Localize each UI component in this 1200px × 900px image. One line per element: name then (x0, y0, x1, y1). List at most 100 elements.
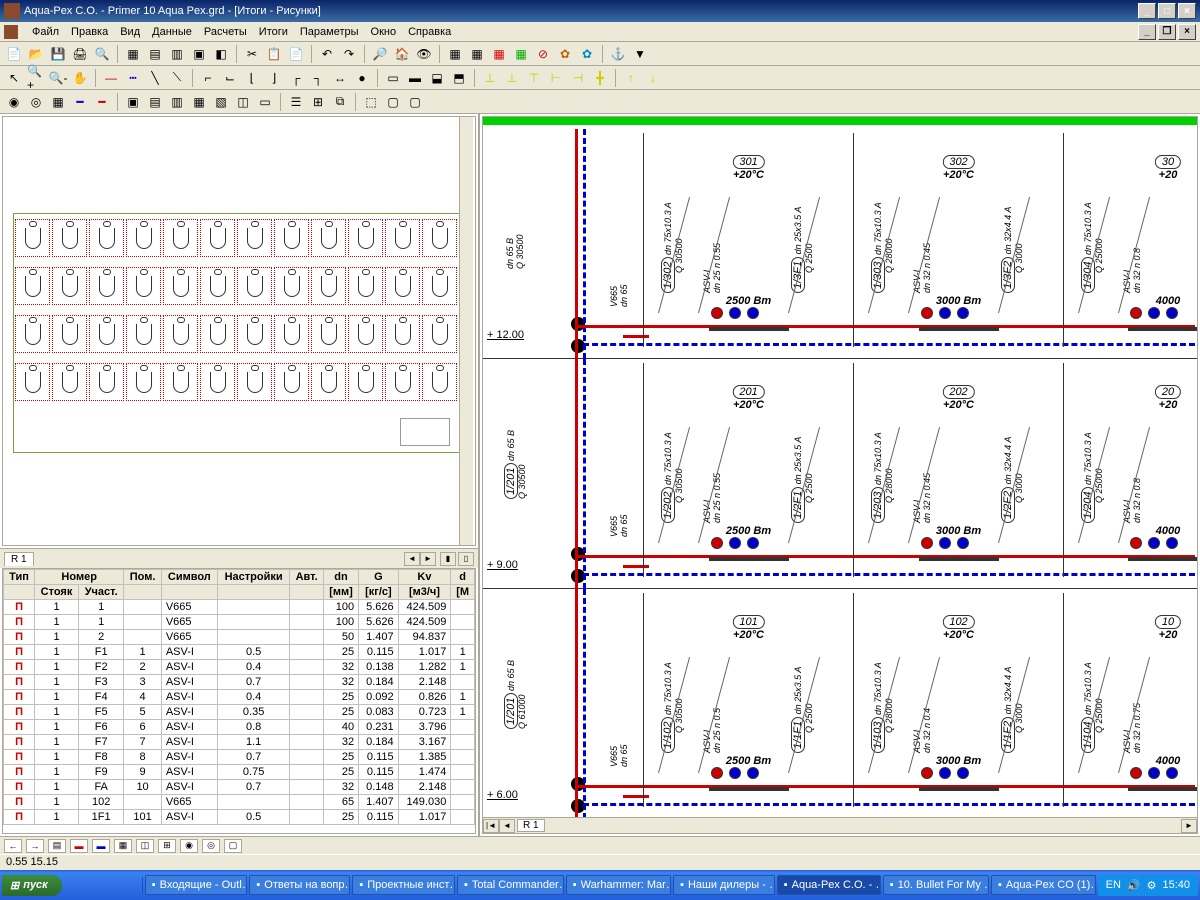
scroll-first-icon[interactable]: |◄ (483, 819, 499, 833)
toggle-icon[interactable]: ▮ (440, 552, 456, 566)
ql-icon[interactable] (86, 877, 102, 893)
tb-icon[interactable]: ⚓ (608, 44, 628, 64)
taskbar-button[interactable]: ▪Наши дилеры - … (673, 875, 775, 895)
tb-icon[interactable]: ▭ (255, 92, 275, 112)
tb-icon[interactable]: ◎ (26, 92, 46, 112)
scroll-left-icon[interactable]: ◄ (499, 819, 515, 833)
scroll-left-icon[interactable]: ◄ (404, 552, 420, 566)
pointer-icon[interactable]: ↖ (4, 68, 24, 88)
menu-results[interactable]: Итоги (259, 26, 288, 38)
mdi-close-button[interactable]: × (1178, 24, 1196, 40)
bb-icon[interactable]: ◫ (136, 839, 154, 853)
shape-icon[interactable]: ⬓ (427, 68, 447, 88)
bb-icon[interactable]: ◎ (202, 839, 220, 853)
tb-icon[interactable]: ▦ (123, 44, 143, 64)
undo-icon[interactable]: ↶ (317, 44, 337, 64)
overview-pane[interactable] (2, 116, 476, 546)
redo-icon[interactable]: ↷ (339, 44, 359, 64)
tb-icon[interactable]: ☰ (286, 92, 306, 112)
zoom-in-icon[interactable]: 🔍+ (26, 68, 46, 88)
shape-icon[interactable]: ▭ (383, 68, 403, 88)
ql-icon[interactable] (68, 877, 84, 893)
line-icon[interactable]: ⟍ (167, 68, 187, 88)
shape-icon[interactable]: ⬒ (449, 68, 469, 88)
taskbar-button[interactable]: ▪10. Bullet For My … (883, 875, 989, 895)
copy-icon[interactable]: 📋 (264, 44, 284, 64)
shape-icon[interactable]: ⌐ (198, 68, 218, 88)
taskbar-button[interactable]: ▪Warhammer: Mar… (566, 875, 671, 895)
maximize-button[interactable]: □ (1158, 3, 1176, 19)
tb-icon[interactable]: ━ (70, 92, 90, 112)
mdi-restore-button[interactable]: ❐ (1158, 24, 1176, 40)
menu-window[interactable]: Окно (371, 26, 397, 38)
valve-icon[interactable]: ⊢ (546, 68, 566, 88)
tb-icon[interactable]: ◫ (233, 92, 253, 112)
scrollbar-v[interactable] (459, 117, 473, 545)
tb-icon[interactable]: ▦ (48, 92, 68, 112)
tb-icon[interactable]: ▥ (167, 92, 187, 112)
valve-icon[interactable]: ↑ (621, 68, 641, 88)
lang-indicator[interactable]: EN (1106, 879, 1121, 891)
tb-icon[interactable]: ⧉ (330, 92, 350, 112)
bb-icon[interactable]: ▦ (114, 839, 132, 853)
taskbar-button[interactable]: ▪Total Commander… (457, 875, 564, 895)
zoom-out-icon[interactable]: 🔍- (48, 68, 68, 88)
cut-icon[interactable]: ✂ (242, 44, 262, 64)
bb-icon[interactable]: ▬ (92, 839, 110, 853)
scroll-right-icon[interactable]: ► (420, 552, 436, 566)
open-icon[interactable]: 📂 (26, 44, 46, 64)
taskbar-button[interactable]: ▪Ответы на вопр… (249, 875, 350, 895)
tb-icon[interactable]: ▤ (145, 92, 165, 112)
shape-icon[interactable]: ⌊ (242, 68, 262, 88)
tb-icon[interactable]: ▢ (383, 92, 403, 112)
shape-icon[interactable]: ● (352, 68, 372, 88)
ql-icon[interactable] (122, 877, 138, 893)
shape-icon[interactable]: ⌙ (220, 68, 240, 88)
tb-icon[interactable]: ▦ (489, 44, 509, 64)
bb-icon[interactable]: ⊞ (158, 839, 176, 853)
taskbar-button[interactable]: ▪Aqua-Pex CO (1)… (991, 875, 1096, 895)
scroll-right-icon[interactable]: ► (1181, 819, 1197, 833)
menu-file[interactable]: Файл (32, 26, 59, 38)
taskbar-button[interactable]: ▪Проектные инст… (352, 875, 455, 895)
tb-icon[interactable]: ✿ (577, 44, 597, 64)
shape-icon[interactable]: ┐ (308, 68, 328, 88)
toggle-icon[interactable]: ▯ (458, 552, 474, 566)
shape-icon[interactable]: ┌ (286, 68, 306, 88)
tray-icon[interactable]: 🔊 (1127, 879, 1141, 892)
tb-icon[interactable]: ⊞ (308, 92, 328, 112)
valve-icon[interactable]: ⊣ (568, 68, 588, 88)
start-button[interactable]: ⊞ пуск (2, 875, 62, 896)
right-tab[interactable]: R 1 (517, 819, 545, 832)
bb-icon[interactable]: ▢ (224, 839, 242, 853)
mdi-minimize-button[interactable]: _ (1138, 24, 1156, 40)
menu-help[interactable]: Справка (408, 26, 451, 38)
left-tab[interactable]: R 1 (4, 552, 34, 566)
schematic-pane[interactable]: + 12.00V665dn 65dn 65 BQ 30500301+20°C25… (482, 116, 1198, 834)
tb-icon[interactable]: ⬚ (361, 92, 381, 112)
close-button[interactable]: × (1178, 3, 1196, 19)
shape-icon[interactable]: ▬ (405, 68, 425, 88)
results-table[interactable]: ТипНомерПом.СимволНастройкиАвт.dnGKvdСто… (2, 568, 476, 834)
line-blue-icon[interactable]: ┅ (123, 68, 143, 88)
shape-icon[interactable]: ⌋ (264, 68, 284, 88)
pan-icon[interactable]: ✋ (70, 68, 90, 88)
tb-icon[interactable]: ✿ (555, 44, 575, 64)
print-icon[interactable]: 🖨 (70, 44, 90, 64)
system-tray[interactable]: EN 🔊 ⚙ 15:40 (1098, 875, 1198, 896)
ql-icon[interactable] (104, 877, 120, 893)
valve-icon[interactable]: ╋ (590, 68, 610, 88)
stop-icon[interactable]: ⊘ (533, 44, 553, 64)
valve-icon[interactable]: ↓ (643, 68, 663, 88)
tb-icon[interactable]: ◧ (211, 44, 231, 64)
bb-icon[interactable]: ◉ (180, 839, 198, 853)
tb-icon[interactable]: ◉ (4, 92, 24, 112)
tb-icon[interactable]: ▣ (189, 44, 209, 64)
menu-data[interactable]: Данные (152, 26, 192, 38)
minimize-button[interactable]: _ (1138, 3, 1156, 19)
bb-icon[interactable]: ▤ (48, 839, 66, 853)
bb-icon[interactable]: ← (4, 839, 22, 853)
tb-icon[interactable]: ▦ (467, 44, 487, 64)
menu-view[interactable]: Вид (120, 26, 140, 38)
save-icon[interactable]: 💾 (48, 44, 68, 64)
